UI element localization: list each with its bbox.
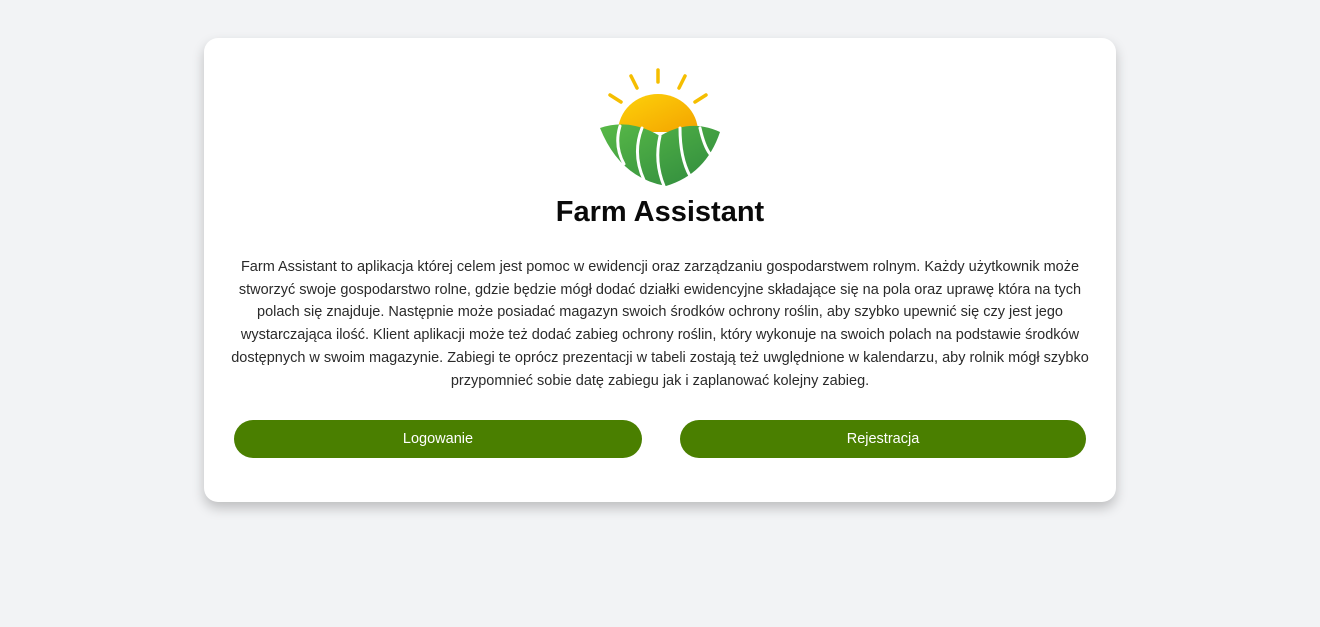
welcome-card: Farm Assistant Farm Assistant to aplikac… [204, 38, 1116, 502]
register-button[interactable]: Rejestracja [680, 420, 1086, 458]
login-button[interactable]: Logowanie [234, 420, 642, 458]
app-description: Farm Assistant to aplikacja której celem… [231, 259, 1089, 389]
app-title: Farm Assistant [555, 196, 765, 228]
farm-logo-icon [600, 68, 720, 188]
